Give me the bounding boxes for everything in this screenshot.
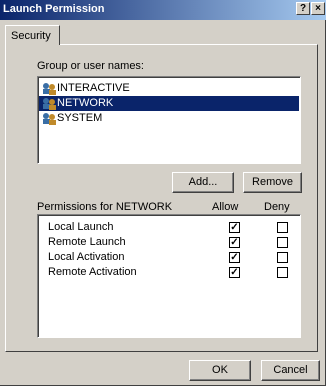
window-title: Launch Permission (3, 3, 105, 15)
remove-button[interactable]: Remove (243, 172, 302, 193)
permissions-list: Local Launch ✓ Remote Launch ✓ Local Act… (37, 214, 301, 338)
users-icon (43, 98, 56, 110)
user-name: NETWORK (57, 97, 114, 109)
list-item-network[interactable]: NETWORK (39, 96, 299, 111)
user-list[interactable]: INTERACTIVE NETWORK SYSTEM (37, 76, 301, 164)
add-button[interactable]: Add... (172, 172, 234, 193)
allow-header: Allow (212, 201, 239, 213)
ok-button[interactable]: OK (189, 360, 251, 381)
launch-permission-dialog: Launch Permission ? × Security Group or … (0, 0, 326, 386)
list-item-interactive[interactable]: INTERACTIVE (39, 81, 299, 96)
users-icon (43, 113, 56, 125)
permission-name: Local Launch (48, 221, 114, 233)
deny-checkbox[interactable] (277, 252, 288, 263)
allow-checkbox[interactable]: ✓ (229, 222, 240, 233)
perm-row-local-activation: Local Activation ✓ (48, 251, 298, 265)
ok-button-label: OK (212, 364, 228, 376)
deny-checkbox[interactable] (277, 267, 288, 278)
deny-header: Deny (264, 201, 290, 213)
list-item-system[interactable]: SYSTEM (39, 111, 299, 126)
perm-row-local-launch: Local Launch ✓ (48, 221, 298, 235)
allow-checkbox[interactable]: ✓ (229, 252, 240, 263)
help-button[interactable]: ? (296, 2, 310, 15)
tab-security-label: Security (11, 30, 51, 42)
close-button[interactable]: × (311, 2, 325, 15)
perm-row-remote-launch: Remote Launch ✓ (48, 236, 298, 250)
group-names-label: Group or user names: (37, 60, 144, 72)
permission-name: Remote Activation (48, 266, 137, 278)
allow-checkbox[interactable]: ✓ (229, 267, 240, 278)
users-icon (43, 83, 56, 95)
add-button-label: Add... (188, 176, 218, 188)
cancel-button[interactable]: Cancel (261, 360, 320, 381)
deny-checkbox[interactable] (277, 237, 288, 248)
allow-checkbox[interactable]: ✓ (229, 237, 240, 248)
user-name: SYSTEM (57, 112, 103, 124)
user-name: INTERACTIVE (57, 82, 130, 94)
permission-name: Local Activation (48, 251, 125, 263)
tab-security[interactable]: Security (5, 25, 60, 45)
remove-button-label: Remove (252, 176, 293, 188)
permission-name: Remote Launch (48, 236, 126, 248)
title-bar[interactable]: Launch Permission ? × (0, 0, 326, 20)
permissions-label: Permissions for NETWORK (37, 201, 173, 213)
deny-checkbox[interactable] (277, 222, 288, 233)
perm-row-remote-activation: Remote Activation ✓ (48, 266, 298, 280)
cancel-button-label: Cancel (273, 364, 308, 376)
